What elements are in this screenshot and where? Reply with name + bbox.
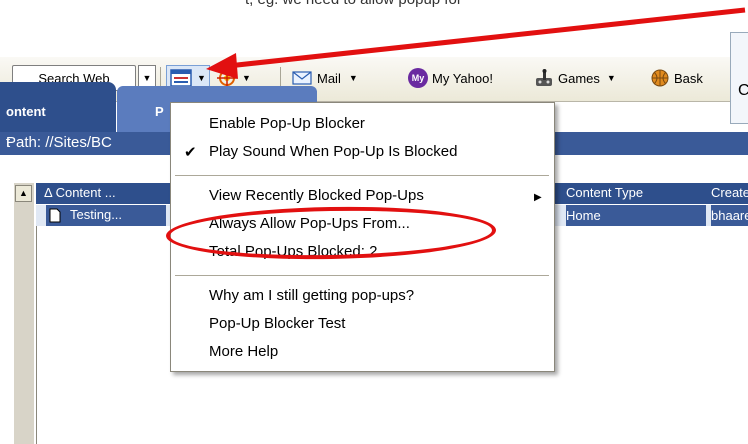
check-icon: ✔ [184, 144, 197, 161]
menu-separator [175, 175, 549, 176]
column-header-type[interactable]: Content Type [566, 185, 643, 200]
row-creator: bhaare [711, 205, 748, 226]
grid-border [36, 226, 37, 444]
column-header-created[interactable]: Create [711, 185, 748, 200]
row-name: Testing... [70, 207, 123, 222]
row-type: Home [566, 205, 706, 226]
menu-item-more-help[interactable]: More Help [209, 343, 278, 360]
column-header-content[interactable]: Δ Content ... [44, 185, 116, 200]
menu-item-view-recent[interactable]: View Recently Blocked Pop-Ups [209, 187, 424, 204]
menu-item-why-popups[interactable]: Why am I still getting pop-ups? [209, 287, 414, 304]
row-name-cell: Testing... [46, 205, 166, 226]
path-text: Path: //Sites/BC [6, 134, 112, 151]
document-icon [49, 208, 61, 223]
path-tail-text: t [6, 134, 11, 151]
menu-item-play-sound[interactable]: Play Sound When Pop-Up Is Blocked [209, 143, 457, 160]
submenu-arrow-icon: ▶ [534, 192, 542, 203]
annotation-arrow [206, 7, 746, 79]
scrollbar[interactable] [14, 183, 34, 444]
scroll-up-icon[interactable]: ▲ [15, 185, 32, 202]
menu-item-blocker-test[interactable]: Pop-Up Blocker Test [209, 315, 345, 332]
menu-separator [175, 275, 549, 276]
